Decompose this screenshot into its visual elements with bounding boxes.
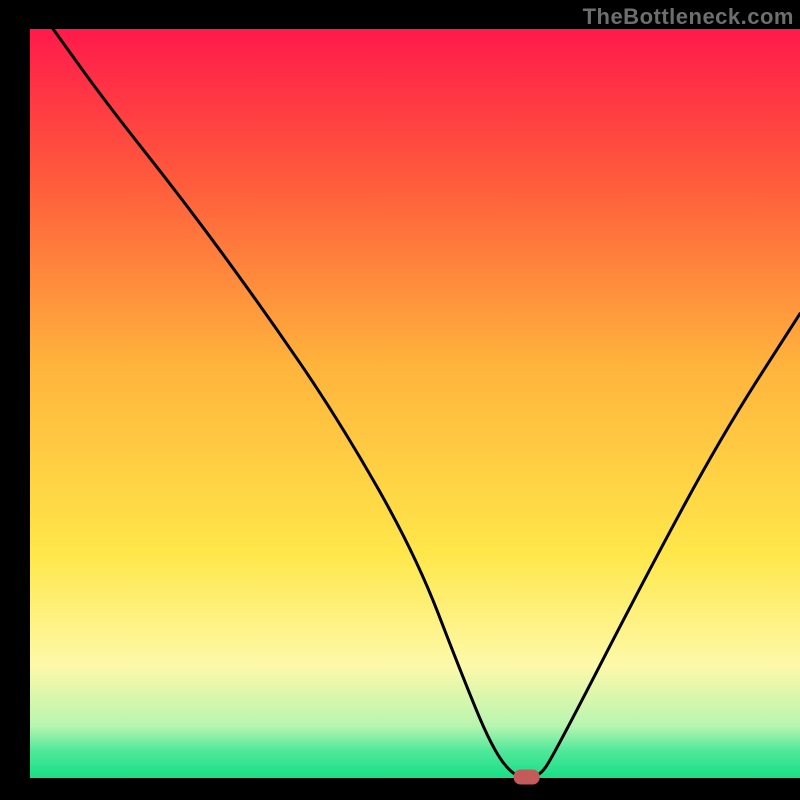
optimal-marker xyxy=(514,770,540,785)
chart-container: TheBottleneck.com xyxy=(0,0,800,800)
plot-background xyxy=(30,29,800,778)
watermark-text: TheBottleneck.com xyxy=(583,4,794,30)
bottleneck-chart xyxy=(0,0,800,800)
